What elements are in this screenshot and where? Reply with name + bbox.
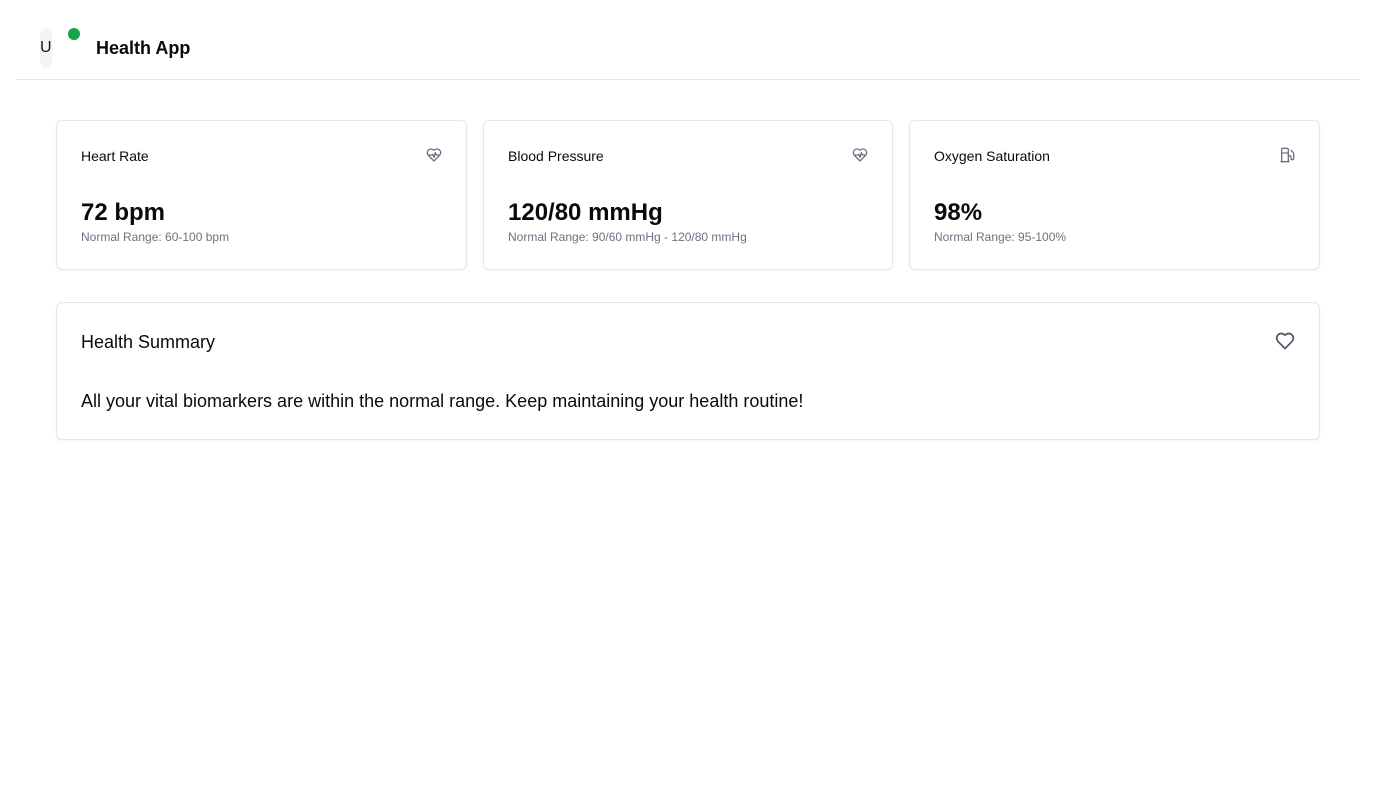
metric-title: Oxygen Saturation <box>934 148 1050 164</box>
user-avatar-wrapper[interactable]: U <box>40 28 80 68</box>
heart-icon <box>1275 331 1295 351</box>
metric-range: Normal Range: 95-100% <box>934 230 1067 244</box>
app-title: Health App <box>96 38 191 58</box>
fuel-icon <box>1279 147 1295 163</box>
metric-value: 98% <box>934 199 983 226</box>
metric-range: Normal Range: 60-100 bpm <box>81 230 230 244</box>
metric-card-oxygen-saturation: Oxygen Saturation 98% Normal Range: 95-1… <box>909 120 1320 270</box>
metric-title: Heart Rate <box>81 148 149 164</box>
heart-pulse-icon <box>852 147 868 163</box>
metric-value: 120/80 mmHg <box>508 199 663 226</box>
online-status-dot <box>68 28 80 40</box>
summary-title: Health Summary <box>81 332 216 352</box>
app-header: U Health App <box>16 16 1360 80</box>
metric-card-heart-rate: Heart Rate 72 bpm Normal Range: 60-100 b… <box>56 120 467 270</box>
avatar[interactable]: U <box>40 28 52 68</box>
metric-value: 72 bpm <box>81 199 166 226</box>
metric-range: Normal Range: 90/60 mmHg - 120/80 mmHg <box>508 230 747 244</box>
page: U Health App Heart Rate 72 bpm Normal Ra… <box>0 0 1376 800</box>
summary-text: All your vital biomarkers are within the… <box>81 391 804 411</box>
heart-pulse-icon <box>426 147 442 163</box>
metric-card-blood-pressure: Blood Pressure 120/80 mmHg Normal Range:… <box>483 120 893 270</box>
metric-title: Blood Pressure <box>508 148 604 164</box>
health-summary-card: Health Summary All your vital biomarkers… <box>56 302 1320 440</box>
